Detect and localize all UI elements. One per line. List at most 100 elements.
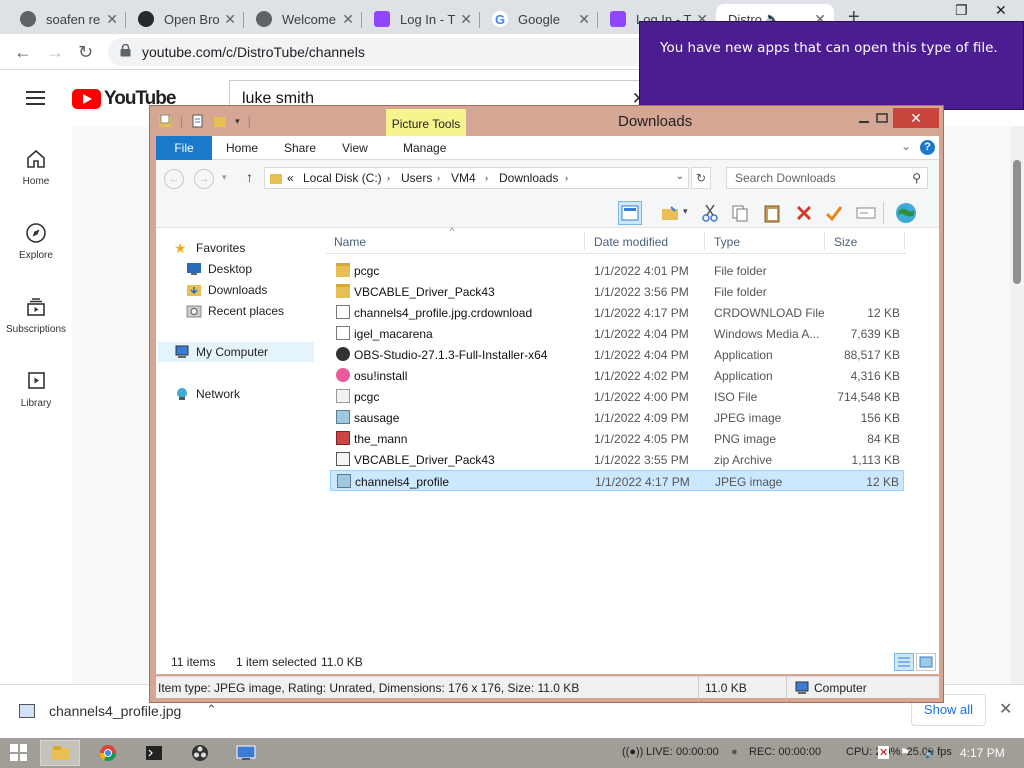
checkmark-icon[interactable] — [822, 201, 846, 225]
globe-icon[interactable] — [894, 201, 918, 225]
recent-locations-icon[interactable]: ▾ — [222, 172, 227, 183]
browser-tab[interactable]: Log In - T ✕ — [362, 4, 480, 34]
tab-file[interactable]: File — [156, 136, 212, 160]
dropdown-arrow-icon[interactable]: ▾ — [683, 206, 688, 217]
nav-favorites[interactable]: ★ Favorites — [174, 238, 334, 258]
obs-taskbar-button[interactable] — [180, 740, 220, 766]
address-bar[interactable]: youtube.com/c/DistroTube/channels — [108, 38, 708, 66]
customize-toolbar-icon[interactable]: ▾ — [235, 116, 240, 127]
file-row[interactable]: VBCABLE_Driver_Pack43 1/1/2022 3:55 PM zip… — [330, 449, 904, 470]
rename-icon[interactable] — [854, 201, 878, 225]
close-window-icon[interactable]: ✕ — [995, 2, 1007, 19]
expand-ribbon-icon[interactable]: ⌄ — [901, 139, 911, 153]
download-item[interactable]: channels4_profile.jpg — [49, 703, 181, 719]
file-row[interactable]: pcgc 1/1/2022 4:01 PM File folder — [330, 260, 904, 281]
tab-close-icon[interactable]: ✕ — [106, 11, 118, 28]
tab-home[interactable]: Home — [226, 136, 258, 160]
details-view-button[interactable] — [894, 653, 914, 671]
file-row[interactable]: sausage 1/1/2022 4:09 PM JPEG image 156 KB — [330, 407, 904, 428]
tab-title: Welcome — [282, 11, 336, 27]
refresh-icon[interactable]: ↻ — [691, 167, 711, 189]
file-row[interactable]: VBCABLE_Driver_Pack43 1/1/2022 3:56 PM Fil… — [330, 281, 904, 302]
breadcrumb-segment[interactable]: Downloads — [499, 171, 558, 185]
chevron-up-icon[interactable]: ⌃ — [206, 702, 217, 718]
tab-share[interactable]: Share — [284, 136, 316, 160]
reload-icon[interactable]: ↻ — [78, 42, 93, 63]
new-apps-notification[interactable]: You have new apps that can open this typ… — [639, 21, 1024, 110]
close-shelf-icon[interactable]: ✕ — [999, 699, 1012, 719]
tab-manage[interactable]: Manage — [403, 136, 446, 160]
file-explorer-taskbar-button[interactable] — [40, 740, 80, 766]
file-date: 1/1/2022 3:55 PM — [594, 453, 689, 467]
up-arrow-icon[interactable]: ↑ — [246, 169, 253, 185]
large-icons-view-button[interactable] — [916, 653, 936, 671]
file-row[interactable]: pcgc 1/1/2022 4:00 PM ISO File 714,548 KB — [330, 386, 904, 407]
forward-arrow-icon[interactable]: → — [46, 42, 64, 63]
new-folder-icon[interactable] — [213, 114, 227, 128]
column-type[interactable]: Type — [714, 235, 740, 249]
sidebar-item-library[interactable]: Library — [0, 370, 72, 409]
menu-icon[interactable] — [26, 91, 45, 105]
tab-view[interactable]: View — [342, 136, 368, 160]
close-explorer-button[interactable]: ✕ — [893, 108, 939, 128]
nav-network[interactable]: Network — [174, 384, 334, 404]
forward-arrow-icon[interactable]: → — [194, 169, 214, 189]
tab-close-icon[interactable]: ✕ — [224, 11, 236, 28]
tab-close-icon[interactable]: ✕ — [460, 11, 472, 28]
chrome-taskbar-button[interactable] — [88, 740, 128, 766]
sidebar-item-home[interactable]: Home — [0, 148, 72, 187]
file-date: 1/1/2022 4:05 PM — [594, 432, 689, 446]
copy-icon[interactable] — [728, 201, 752, 225]
column-size[interactable]: Size — [834, 235, 857, 249]
cut-icon[interactable] — [698, 201, 722, 225]
sidebar-item-subscriptions[interactable]: Subscriptions — [0, 296, 72, 335]
breadcrumb-segment[interactable]: VM4 — [451, 171, 476, 185]
column-name[interactable]: Name — [334, 235, 366, 249]
system-clock[interactable]: 4:17 PM — [960, 746, 1005, 760]
flag-icon[interactable]: ⚑ — [900, 746, 910, 759]
page-scrollbar[interactable] — [1010, 126, 1024, 684]
move-to-folder-icon[interactable] — [658, 201, 682, 225]
file-name: OBS-Studio-27.1.3-Full-Installer-x64 — [354, 348, 548, 362]
chevron-down-icon[interactable]: ⌄ — [676, 171, 684, 182]
scrollbar-thumb[interactable] — [1013, 160, 1021, 284]
preview-pane-icon[interactable] — [618, 201, 642, 225]
search-input[interactable]: Search Downloads ⚲ — [726, 167, 928, 189]
sidebar-item-explore[interactable]: Explore — [0, 222, 72, 261]
back-arrow-icon[interactable]: ← — [14, 42, 32, 63]
file-row[interactable]: osu!install 1/1/2022 4:02 PM Application 4,… — [330, 365, 904, 386]
nav-downloads[interactable]: Downloads — [186, 280, 346, 300]
nav-desktop[interactable]: Desktop — [186, 259, 346, 279]
start-button[interactable] — [10, 744, 27, 761]
tab-close-icon[interactable]: ✕ — [342, 11, 354, 28]
volume-icon[interactable]: 🔊 — [924, 746, 938, 759]
nav-recent-places[interactable]: Recent places — [186, 301, 346, 321]
browser-tab[interactable]: Welcome ✕ — [244, 4, 362, 34]
file-row[interactable]: the_mann 1/1/2022 4:05 PM PNG image 84 KB — [330, 428, 904, 449]
browser-tab[interactable]: soafen re ✕ — [8, 4, 126, 34]
breadcrumb-prefix[interactable]: « — [287, 171, 294, 185]
network-warning-icon[interactable]: ✕ — [878, 746, 890, 759]
file-row[interactable]: OBS-Studio-27.1.3-Full-Installer-x64 1/1/… — [330, 344, 904, 365]
file-row[interactable]: channels4_profile.jpg.crdownload 1/1/2022… — [330, 302, 904, 323]
delete-icon[interactable] — [792, 201, 816, 225]
file-row[interactable]: igel_macarena 1/1/2022 4:04 PM Windows Med… — [330, 323, 904, 344]
file-row-selected[interactable]: channels4_profile 1/1/2022 4:17 PM JPEG im… — [330, 470, 904, 491]
properties-icon[interactable] — [191, 114, 205, 128]
back-arrow-icon[interactable]: ← — [164, 169, 184, 189]
browser-tab[interactable]: Open Bro ✕ — [126, 4, 244, 34]
column-date-modified[interactable]: Date modified — [594, 235, 668, 249]
browser-tab[interactable]: G Google ✕ — [480, 4, 598, 34]
tab-close-icon[interactable]: ✕ — [578, 11, 590, 28]
terminal-taskbar-button[interactable] — [134, 740, 174, 766]
breadcrumb-segment[interactable]: Local Disk (C:) — [303, 171, 382, 185]
help-icon[interactable]: ? — [920, 140, 935, 155]
app-taskbar-button[interactable] — [226, 740, 266, 766]
restore-window-icon[interactable]: ❐ — [955, 2, 968, 19]
explorer-title-bar[interactable]: | ▾ | Picture Tools Downloads ✕ — [150, 106, 943, 136]
paste-icon[interactable] — [760, 201, 784, 225]
breadcrumb-segment[interactable]: Users — [401, 171, 432, 185]
maximize-icon[interactable] — [872, 110, 892, 128]
nav-my-computer[interactable]: My Computer — [158, 342, 314, 362]
breadcrumb[interactable]: « Local Disk (C:) › Users › VM4 › Downlo… — [264, 167, 689, 189]
